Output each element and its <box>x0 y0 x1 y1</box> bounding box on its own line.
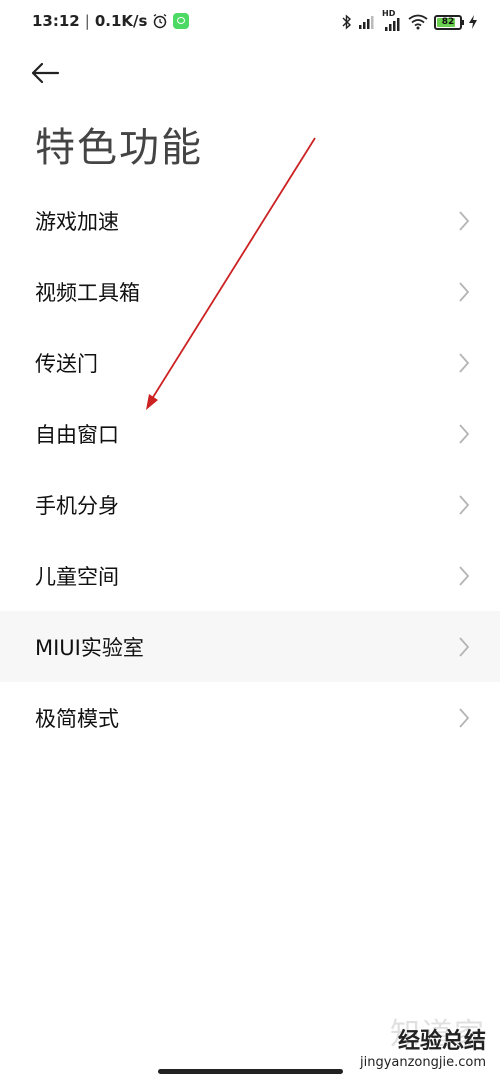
chevron-right-icon <box>459 565 470 586</box>
list-item-label: MIUI实验室 <box>35 635 144 660</box>
page-title: 特色功能 <box>35 125 203 171</box>
list-item-label: 视频工具箱 <box>35 280 140 305</box>
back-button[interactable] <box>30 55 74 91</box>
chevron-right-icon <box>459 636 470 657</box>
status-separator: | <box>84 12 90 30</box>
list-item-label: 儿童空间 <box>35 564 119 589</box>
chevron-right-icon <box>459 423 470 444</box>
wechat-notification-icon <box>173 13 190 29</box>
status-left: 13:12 | 0.1K/s <box>32 12 190 30</box>
wifi-icon <box>408 14 428 30</box>
status-time: 13:12 <box>32 12 80 30</box>
chevron-right-icon <box>459 707 470 728</box>
bluetooth-icon <box>342 14 352 30</box>
list-item-video-toolbox[interactable]: 视频工具箱 <box>0 256 500 327</box>
chevron-right-icon <box>459 494 470 515</box>
watermark: 知道家 经验总结 jingyanzongjie.com <box>360 1009 486 1070</box>
chevron-right-icon <box>459 210 470 231</box>
battery-icon: 82 <box>434 14 464 30</box>
list-item-label: 游戏加速 <box>35 209 119 234</box>
list-item-minimal-mode[interactable]: 极简模式 <box>0 682 500 753</box>
status-bar: 13:12 | 0.1K/s HD 82 <box>0 0 500 44</box>
list-item-label: 传送门 <box>35 351 98 376</box>
signal-icon <box>359 16 374 29</box>
list-item-portal[interactable]: 传送门 <box>0 327 500 398</box>
feature-list: 游戏加速 视频工具箱 传送门 自由窗口 手机分身 儿童空间 MIUI实验室 极简… <box>0 185 500 753</box>
charging-icon <box>469 15 477 29</box>
chevron-right-icon <box>459 352 470 373</box>
signal-hd-icon: HD <box>382 9 402 31</box>
watermark-title: 经验总结 <box>397 1029 486 1054</box>
list-item-label: 手机分身 <box>35 493 119 518</box>
alarm-icon <box>154 13 167 29</box>
list-item-game-turbo[interactable]: 游戏加速 <box>0 185 500 256</box>
list-item-miui-lab[interactable]: MIUI实验室 <box>0 611 500 682</box>
list-item-dual-apps[interactable]: 手机分身 <box>0 469 500 540</box>
home-indicator[interactable] <box>158 1069 343 1074</box>
list-item-kids-space[interactable]: 儿童空间 <box>0 540 500 611</box>
chevron-right-icon <box>459 281 470 302</box>
list-item-label: 极简模式 <box>35 706 119 731</box>
battery-level: 82 <box>441 17 455 27</box>
watermark-url: jingyanzongjie.com <box>359 1055 486 1070</box>
status-right: HD 82 <box>342 9 478 34</box>
list-item-free-window[interactable]: 自由窗口 <box>0 398 500 469</box>
list-item-label: 自由窗口 <box>35 422 119 447</box>
status-network-speed: 0.1K/s <box>94 12 148 30</box>
arrow-left-icon <box>31 62 60 84</box>
